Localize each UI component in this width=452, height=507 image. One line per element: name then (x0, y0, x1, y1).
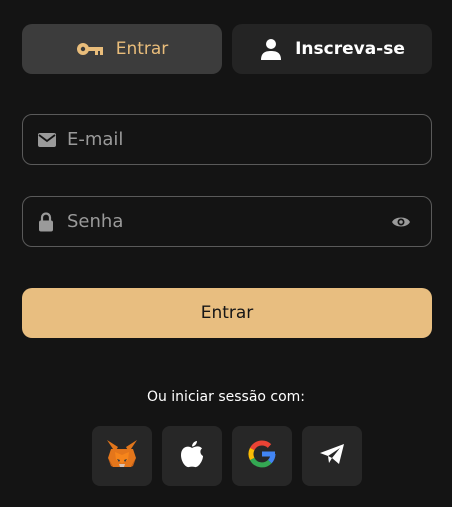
password-input[interactable] (23, 197, 431, 246)
apple-login-button[interactable] (162, 426, 222, 486)
tab-signup[interactable]: Inscreva-se (232, 24, 432, 74)
email-input[interactable] (23, 115, 431, 164)
login-submit-button[interactable]: Entrar (22, 288, 432, 338)
apple-icon (180, 440, 204, 472)
email-field (22, 114, 432, 165)
user-icon (259, 37, 283, 61)
telegram-icon (319, 443, 345, 469)
eye-icon[interactable] (391, 215, 411, 229)
telegram-login-button[interactable] (302, 426, 362, 486)
password-field (22, 196, 432, 247)
metamask-icon (105, 438, 139, 474)
key-icon (76, 42, 104, 56)
mail-icon (38, 132, 56, 147)
tab-login-label: Entrar (115, 39, 169, 59)
tab-login[interactable]: Entrar (22, 24, 222, 74)
metamask-login-button[interactable] (92, 426, 152, 486)
tab-signup-label: Inscreva-se (295, 39, 405, 59)
lock-icon (38, 212, 54, 231)
auth-panel: Entrar Inscreva-se E-mail Entrar Ou inic… (0, 0, 452, 507)
social-login-label: Ou iniciar sessão com: (146, 389, 306, 405)
google-login-button[interactable] (232, 426, 292, 486)
google-icon (246, 438, 278, 474)
